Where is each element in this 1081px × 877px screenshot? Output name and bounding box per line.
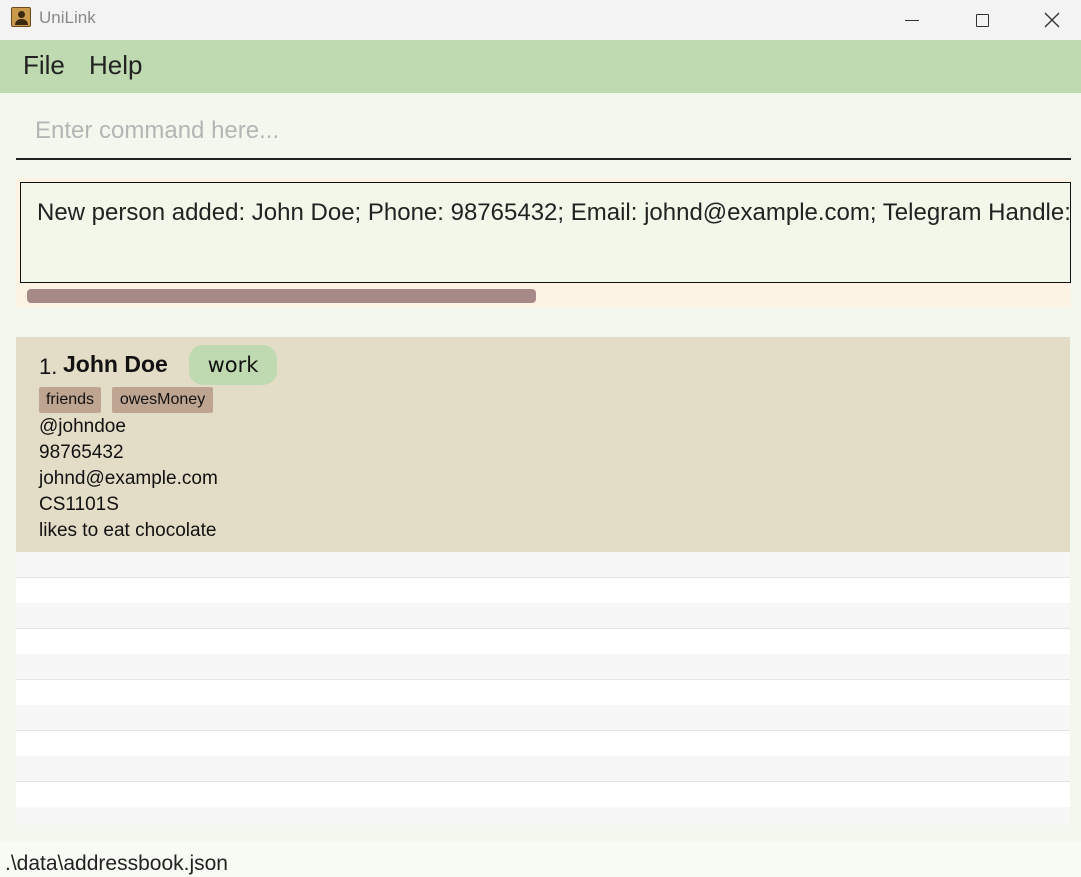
person-remark: likes to eat chocolate [39, 520, 217, 541]
person-phone: 98765432 [39, 442, 124, 463]
person-course: CS1101S [39, 494, 119, 515]
empty-list-row [16, 807, 1070, 825]
maximize-icon [975, 13, 989, 27]
horizontal-scrollbar[interactable] [27, 289, 536, 303]
person-list[interactable]: 1. John Doe work friends owesMoney @john… [16, 337, 1070, 825]
empty-list-row [16, 731, 1070, 756]
empty-list-row [16, 552, 1070, 577]
menu-help[interactable]: Help [89, 50, 142, 81]
maximize-button[interactable] [947, 0, 1017, 40]
menu-file[interactable]: File [23, 50, 65, 81]
contact-book-icon [11, 7, 31, 27]
empty-list-row [16, 654, 1070, 679]
group-badge: work [189, 345, 277, 385]
empty-list-row [16, 629, 1070, 654]
title-bar: UniLink [0, 0, 1081, 40]
minimize-button[interactable] [877, 0, 947, 40]
person-card[interactable]: 1. John Doe work friends owesMoney @john… [16, 337, 1070, 552]
result-message: New person added: John Doe; Phone: 98765… [37, 199, 1071, 226]
tag-owesmoney: owesMoney [112, 387, 213, 413]
empty-list-row [16, 756, 1070, 781]
tag-friends: friends [39, 387, 101, 413]
close-icon [1044, 12, 1060, 28]
person-index: 1. [39, 354, 58, 379]
person-name: John Doe [63, 351, 168, 377]
save-location: .\data\addressbook.json [5, 852, 228, 875]
minimize-icon [905, 19, 919, 21]
command-input[interactable] [16, 104, 1071, 160]
menu-bar: File Help [0, 40, 1081, 93]
empty-list-row [16, 578, 1070, 603]
status-bar: .\data\addressbook.json [0, 841, 1081, 877]
person-telegram: @johndoe [39, 416, 126, 437]
person-email: johnd@example.com [39, 468, 218, 489]
empty-list-row [16, 782, 1070, 807]
empty-list-row [16, 603, 1070, 628]
close-button[interactable] [1017, 0, 1081, 40]
window-title: UniLink [39, 8, 96, 27]
empty-list-row [16, 705, 1070, 730]
empty-list-row [16, 680, 1070, 705]
result-display[interactable]: New person added: John Doe; Phone: 98765… [20, 182, 1071, 283]
result-display-panel: New person added: John Doe; Phone: 98765… [16, 178, 1071, 308]
